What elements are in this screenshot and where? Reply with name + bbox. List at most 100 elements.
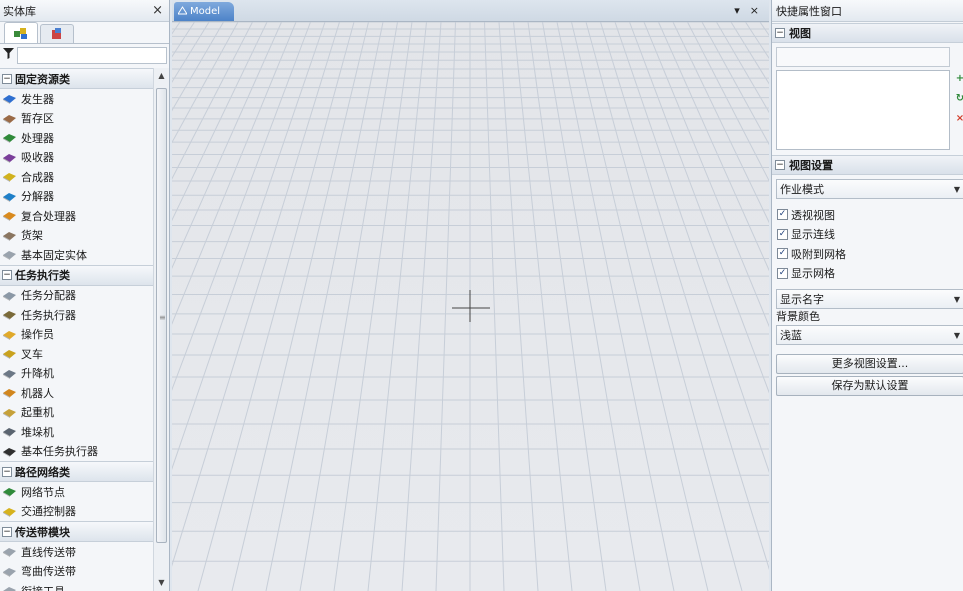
view-settings-section-header[interactable]: − 视图设置 [772,155,963,175]
library-item-label: 升降机 [21,367,54,381]
library-item-label: 合成器 [21,170,54,184]
library-item-label: 基本固定实体 [21,248,87,262]
library-item[interactable]: 任务分配器 [0,286,153,306]
view-section-header[interactable]: − 视图 [772,23,963,43]
more-view-settings-button[interactable]: 更多视图设置... [776,354,963,374]
checkbox-icon[interactable]: ✓ [777,248,788,260]
3d-viewport[interactable] [0,21,963,591]
chevron-down-icon: ▼ [953,184,960,194]
collapse-icon[interactable]: − [2,270,12,280]
operator-icon [2,328,17,341]
library-item-label: 网络节点 [21,485,65,499]
library-item[interactable]: 衔接工具 [0,581,153,591]
collapse-icon[interactable]: − [2,526,12,537]
add-icon[interactable]: + [955,72,963,86]
library-panel: 实体库 × − 固定资源类 发生器 暂存区 处理器 吸收器 合成器 分解器 复合处理器 货架 基本固… [0,0,170,591]
forklift-icon [2,347,17,360]
queue-icon [2,112,17,125]
name-display-value: 显示名字 [780,293,824,306]
scroll-up-icon[interactable]: ▲ [154,68,169,84]
bg-color-select[interactable]: 浅蓝 ▼ [776,325,963,345]
processor-icon [2,131,17,144]
library-scrollbar[interactable]: ▲ ≡ ▼ [153,68,169,591]
delete-icon[interactable]: × [955,112,963,126]
library-item[interactable]: 机器人 [0,383,153,403]
quick-properties-header: 快捷属性窗口 [772,0,963,22]
library-filter-input[interactable] [17,46,167,64]
library-item[interactable]: 叉车 [0,344,153,364]
checkbox-icon[interactable]: ✓ [777,267,788,279]
library-group-header[interactable]: − 路径网络类 [0,461,153,482]
task-executer-icon [2,308,17,321]
library-item-label: 起重机 [21,406,54,420]
collapse-icon[interactable]: − [775,160,785,170]
library-item[interactable]: 处理器 [0,128,153,148]
library-item[interactable]: 直线传送带 [0,542,153,562]
view-option-checkbox[interactable]: ✓ 显示连线 [772,225,963,245]
library-close-icon[interactable]: × [152,3,163,18]
view-option-checkbox[interactable]: ✓ 透视视图 [772,205,963,225]
funnel-icon[interactable] [3,48,14,62]
tab-library-visuals[interactable] [40,24,74,43]
library-item[interactable]: 合成器 [0,167,153,187]
join-conveyor-icon [2,584,17,591]
network-node-icon [2,485,17,498]
view-option-checkbox[interactable]: ✓ 显示网格 [772,264,963,284]
library-item[interactable]: 操作员 [0,325,153,345]
library-item[interactable]: 起重机 [0,403,153,423]
library-item[interactable]: 弯曲传送带 [0,562,153,582]
bg-color-label: 背景颜色 [776,310,820,323]
library-item[interactable]: 暂存区 [0,109,153,129]
library-group-header[interactable]: − 固定资源类 [0,68,153,89]
library-item[interactable]: 堆垛机 [0,422,153,442]
tab-model[interactable]: Model [174,2,234,21]
basic-fr-icon [2,248,17,261]
library-group-header[interactable]: − 传送带模块 [0,521,153,542]
chevron-down-icon[interactable]: ▾ [734,4,740,17]
robot-icon [2,386,17,399]
library-item[interactable]: 基本任务执行器 [0,442,153,462]
checkbox-icon[interactable]: ✓ [777,209,788,221]
tab-model-label: Model [190,6,221,17]
library-item-label: 交通控制器 [21,505,76,519]
library-item[interactable]: 基本固定实体 [0,245,153,265]
library-item[interactable]: 交通控制器 [0,502,153,522]
views-list[interactable] [776,70,950,150]
collapse-icon[interactable]: − [2,73,12,84]
tab-library-objects[interactable] [4,22,38,43]
flexsim-window: 实体库 × − 固定资源类 发生器 暂存区 处理器 吸收器 合成器 分解器 复合处理器 货架 基本固… [0,0,963,591]
library-group-header[interactable]: − 任务执行类 [0,264,153,286]
view-name-field[interactable] [776,47,950,67]
library-item[interactable]: 货架 [0,226,153,246]
close-icon[interactable]: × [750,4,759,17]
view-option-label: 透视视图 [791,208,835,222]
library-group-label: 固定资源类 [15,72,70,86]
collapse-icon[interactable]: − [775,28,785,38]
name-display-select[interactable]: 显示名字 ▼ [776,289,963,309]
library-item-label: 处理器 [21,131,54,145]
library-item[interactable]: 网络节点 [0,482,153,502]
library-item-label: 堆垛机 [21,425,54,439]
library-item[interactable]: 吸收器 [0,148,153,168]
traffic-control-icon [2,505,17,518]
collapse-icon[interactable]: − [2,466,12,477]
library-item[interactable]: 发生器 [0,89,153,109]
sink-icon [2,151,17,164]
scroll-down-icon[interactable]: ▼ [154,575,169,591]
checkbox-icon[interactable]: ✓ [777,228,788,240]
curved-conveyor-icon [2,565,17,578]
library-item[interactable]: 任务执行器 [0,305,153,325]
library-item-label: 复合处理器 [21,209,76,223]
save-default-button[interactable]: 保存为默认设置 [776,376,963,396]
library-item[interactable]: 升降机 [0,364,153,384]
library-item-label: 发生器 [21,92,54,106]
straight-conveyor-icon [2,545,17,558]
view-mode-select[interactable]: 作业模式 ▼ [776,179,963,199]
scroll-thumb[interactable]: ≡ [156,88,167,543]
library-item[interactable]: 分解器 [0,187,153,207]
refresh-icon[interactable]: ↻ [955,92,963,106]
library-tabs [0,22,169,44]
view-settings-label: 视图设置 [789,159,833,172]
view-option-checkbox[interactable]: ✓ 吸附到网格 [772,244,963,264]
library-item[interactable]: 复合处理器 [0,206,153,226]
